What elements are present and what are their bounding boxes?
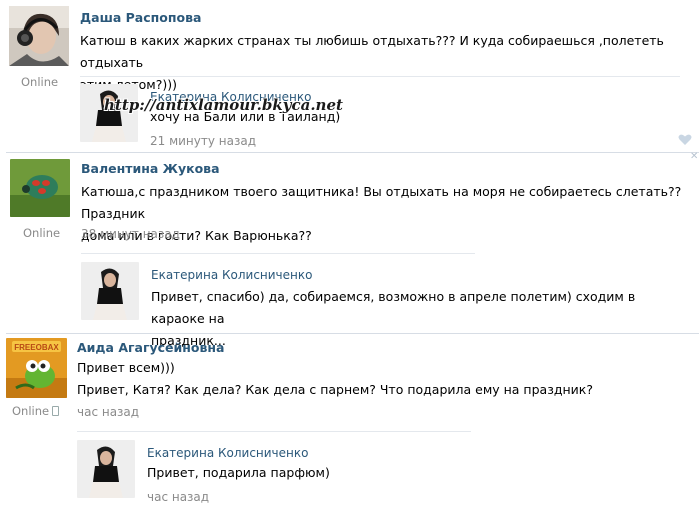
comment-text-line: Катюша,с праздником твоего защитника! Вы… [81, 184, 682, 221]
reply-author[interactable]: Екатерина Колисниченко [147, 446, 308, 460]
watermark: http://antixlamour.bkyca.net [104, 96, 343, 114]
close-icon[interactable]: ✕ [690, 152, 699, 162]
avatar[interactable] [77, 440, 135, 498]
comment-author[interactable]: Аида Агагусейновна [77, 340, 225, 355]
online-status: Online [21, 75, 59, 89]
comment-text-line: Привет всем))) [77, 360, 175, 375]
online-status: Online [23, 226, 61, 240]
reply-time[interactable]: час назад [147, 490, 209, 504]
reply-author[interactable]: Екатерина Колисниченко [151, 268, 312, 282]
comment-text-line: Привет, Катя? Как дела? Как дела с парне… [77, 382, 593, 397]
avatar[interactable] [81, 262, 139, 320]
comment-text: Привет всем))) Привет, Катя? Как дела? К… [77, 357, 689, 401]
avatar[interactable] [10, 159, 70, 217]
online-status-label: Online [12, 404, 50, 418]
reply-text-line: Привет, спасибо) да, собираемся, возможн… [151, 289, 636, 326]
mobile-icon [52, 406, 60, 416]
online-status: Online [12, 404, 60, 418]
reply-divider [80, 76, 680, 77]
comment-separator [6, 152, 699, 153]
comment-time[interactable]: час назад [77, 405, 139, 419]
reply-divider [77, 431, 471, 432]
heart-icon[interactable] [678, 134, 692, 146]
comment-time[interactable]: 38 минут назад [81, 227, 180, 241]
avatar-label: FREEOBAX [14, 343, 59, 352]
reply-text: Привет, спасибо) да, собираемся, возможн… [151, 286, 691, 352]
comment-text: Катюш в каких жарких странах ты любишь о… [80, 30, 692, 96]
reply-text: Привет, подарила парфюм) [147, 465, 330, 480]
reply-divider [81, 253, 475, 254]
comment-author[interactable]: Валентина Жукова [81, 161, 220, 176]
avatar[interactable]: FREEOBAX [6, 338, 67, 398]
comment-author[interactable]: Даша Распопова [80, 10, 201, 25]
comment-text-line: Катюш в каких жарких странах ты любишь о… [80, 33, 664, 70]
avatar[interactable] [9, 6, 69, 66]
reply-time[interactable]: 21 минуту назад [150, 134, 256, 148]
comment-separator [6, 333, 699, 334]
